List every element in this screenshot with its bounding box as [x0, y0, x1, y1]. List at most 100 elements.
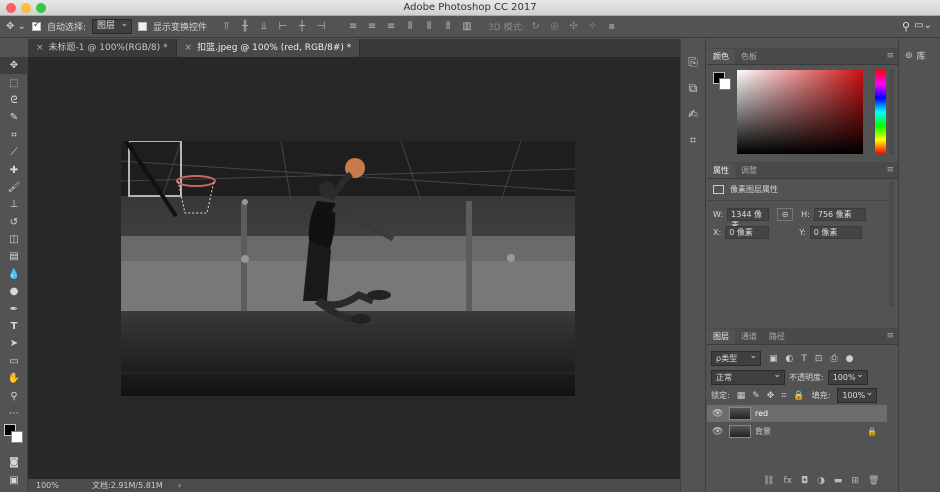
eyedropper-tool-icon[interactable]: ⟋	[0, 144, 28, 161]
blur-tool-icon[interactable]: 💧	[0, 266, 28, 283]
auto-align-icon[interactable]: ▥	[462, 21, 472, 32]
lock-all-icon[interactable]: 🔒	[793, 391, 804, 401]
distribute-top-icon[interactable]: ≡	[348, 21, 358, 32]
show-transform-checkbox[interactable]	[138, 22, 147, 31]
link-layers-icon[interactable]: ⛓	[763, 476, 774, 486]
opacity-field[interactable]: 100%	[827, 369, 868, 385]
tab-dunk-jpeg[interactable]: × 扣篮.jpeg @ 100% (red, RGB/8#) *	[176, 39, 361, 57]
blend-mode-dropdown[interactable]: 正常	[711, 369, 785, 385]
type-tool-icon[interactable]: T	[0, 318, 28, 335]
panel-menu-icon[interactable]: ≡	[886, 331, 894, 341]
layer-row-background[interactable]: 👁 背景 🔒	[707, 423, 887, 440]
x-field[interactable]: 0 像素	[725, 226, 770, 239]
new-layer-icon[interactable]: ⊞	[851, 476, 859, 486]
lock-position-icon[interactable]: ✥	[767, 391, 775, 401]
layer-style-icon[interactable]: fx	[783, 476, 792, 486]
align-top-icon[interactable]: ⫪	[221, 21, 231, 32]
filter-type-icon[interactable]: T	[801, 354, 807, 364]
align-left-icon[interactable]: ⊢	[278, 21, 288, 32]
crop-tool-icon[interactable]: ⌗	[0, 127, 28, 144]
align-right-icon[interactable]: ⊣	[316, 21, 326, 32]
fill-field[interactable]: 100%	[837, 387, 878, 403]
healing-brush-tool-icon[interactable]: ✚	[0, 161, 28, 178]
3d-roll-icon[interactable]: ◎	[550, 21, 560, 32]
rectangle-tool-icon[interactable]: ▭	[0, 353, 28, 370]
move-tool-icon[interactable]: ✥	[0, 57, 28, 75]
layer-name[interactable]: 背景	[755, 426, 771, 437]
background-swatch[interactable]	[719, 78, 731, 90]
panel-menu-icon[interactable]: ≡	[886, 51, 894, 61]
quick-select-tool-icon[interactable]: ✎	[0, 109, 28, 126]
filter-smart-icon[interactable]: ⎙	[830, 354, 837, 364]
align-bottom-icon[interactable]: ⫫	[259, 21, 269, 32]
brush-tool-icon[interactable]: 🖌	[0, 179, 28, 196]
width-field[interactable]: 1344 像素	[727, 208, 770, 230]
hue-slider[interactable]	[875, 70, 886, 154]
history-panel-icon[interactable]: ⎘	[681, 49, 705, 75]
dodge-tool-icon[interactable]: ●	[0, 283, 28, 300]
panel-menu-icon[interactable]: ≡	[886, 165, 894, 175]
color-scrollbar[interactable]	[889, 70, 894, 154]
filter-pixel-icon[interactable]: ▣	[769, 354, 778, 364]
close-window-button[interactable]	[6, 3, 16, 13]
adjustment-layer-icon[interactable]: ◑	[817, 476, 825, 486]
tab-paths[interactable]: 路径	[763, 329, 791, 344]
lasso-tool-icon[interactable]: ᘓ	[0, 92, 28, 109]
document-image[interactable]	[121, 141, 575, 396]
tab-channels[interactable]: 通道	[735, 329, 763, 344]
distribute-hcenter-icon[interactable]: ⦀	[424, 21, 434, 32]
minimize-window-button[interactable]	[21, 3, 31, 13]
filter-shape-icon[interactable]: ⊡	[815, 354, 823, 364]
tab-layers[interactable]: 图层	[707, 329, 735, 344]
tab-swatches[interactable]: 色板	[735, 49, 763, 64]
align-hcenter-icon[interactable]: ┼	[297, 21, 307, 32]
pen-tool-icon[interactable]: ✒	[0, 300, 28, 317]
new-group-icon[interactable]: ▬	[834, 476, 843, 486]
search-icon[interactable]: ⚲	[902, 20, 910, 33]
status-menu-arrow[interactable]: ›	[178, 481, 181, 490]
close-tab-icon[interactable]: ×	[36, 43, 44, 53]
visibility-eye-icon[interactable]: 👁	[712, 409, 723, 419]
lock-artboard-icon[interactable]: ⌗	[781, 391, 786, 401]
gradient-tool-icon[interactable]: ▤	[0, 248, 28, 265]
more-tools-icon[interactable]: ⋯	[0, 405, 28, 422]
filter-adjustment-icon[interactable]: ◐	[786, 354, 794, 364]
3d-slide-icon[interactable]: ✧	[588, 21, 598, 32]
color-field[interactable]	[737, 70, 863, 154]
auto-select-dropdown[interactable]: 图层	[91, 18, 132, 34]
zoom-tool-icon[interactable]: ⚲	[0, 387, 28, 404]
tab-untitled[interactable]: × 未标题-1 @ 100%(RGB/8) *	[28, 39, 177, 57]
3d-rotate-icon[interactable]: ↻	[531, 21, 541, 32]
align-vcenter-icon[interactable]: ╫	[240, 21, 250, 32]
move-tool-icon[interactable]: ✥ ⌄	[6, 21, 26, 32]
delete-layer-icon[interactable]: 🗑	[868, 476, 879, 486]
color-swatches[interactable]	[0, 422, 28, 454]
libraries-button[interactable]: ⊚ 库	[899, 39, 940, 63]
background-color-swatch[interactable]	[11, 431, 23, 444]
height-field[interactable]: 756 像素	[813, 208, 866, 221]
zoom-level[interactable]: 100%	[28, 481, 72, 490]
tab-adjustments[interactable]: 调整	[735, 163, 763, 178]
hand-tool-icon[interactable]: ✋	[0, 370, 28, 387]
y-field[interactable]: 0 像素	[809, 226, 862, 239]
distribute-vcenter-icon[interactable]: ≡	[367, 21, 377, 32]
filter-toggle-icon[interactable]: ●	[846, 354, 854, 364]
lock-transparent-icon[interactable]: ▦	[737, 391, 746, 401]
auto-select-checkbox[interactable]	[31, 20, 41, 31]
workspace-icon[interactable]: ▭⌄	[914, 20, 932, 31]
canvas-area[interactable]	[28, 57, 680, 479]
path-select-tool-icon[interactable]: ➤	[0, 335, 28, 352]
tab-color[interactable]: 颜色	[707, 49, 735, 64]
clone-stamp-tool-icon[interactable]: ⊥	[0, 196, 28, 213]
screen-mode-icon[interactable]: ▣	[0, 472, 28, 489]
close-tab-icon[interactable]: ×	[185, 43, 193, 53]
distribute-right-icon[interactable]: ⦀	[443, 21, 453, 32]
add-mask-icon[interactable]: ◘	[801, 476, 808, 486]
tab-properties[interactable]: 属性	[707, 163, 735, 178]
layer-row-red[interactable]: 👁 red	[707, 405, 887, 422]
brush-settings-panel-icon[interactable]: ✍	[681, 101, 705, 127]
link-icon[interactable]: ⊝	[777, 208, 794, 221]
maximize-window-button[interactable]	[36, 3, 46, 13]
distribute-left-icon[interactable]: ⦀	[405, 21, 415, 32]
properties-scrollbar[interactable]	[889, 182, 894, 306]
